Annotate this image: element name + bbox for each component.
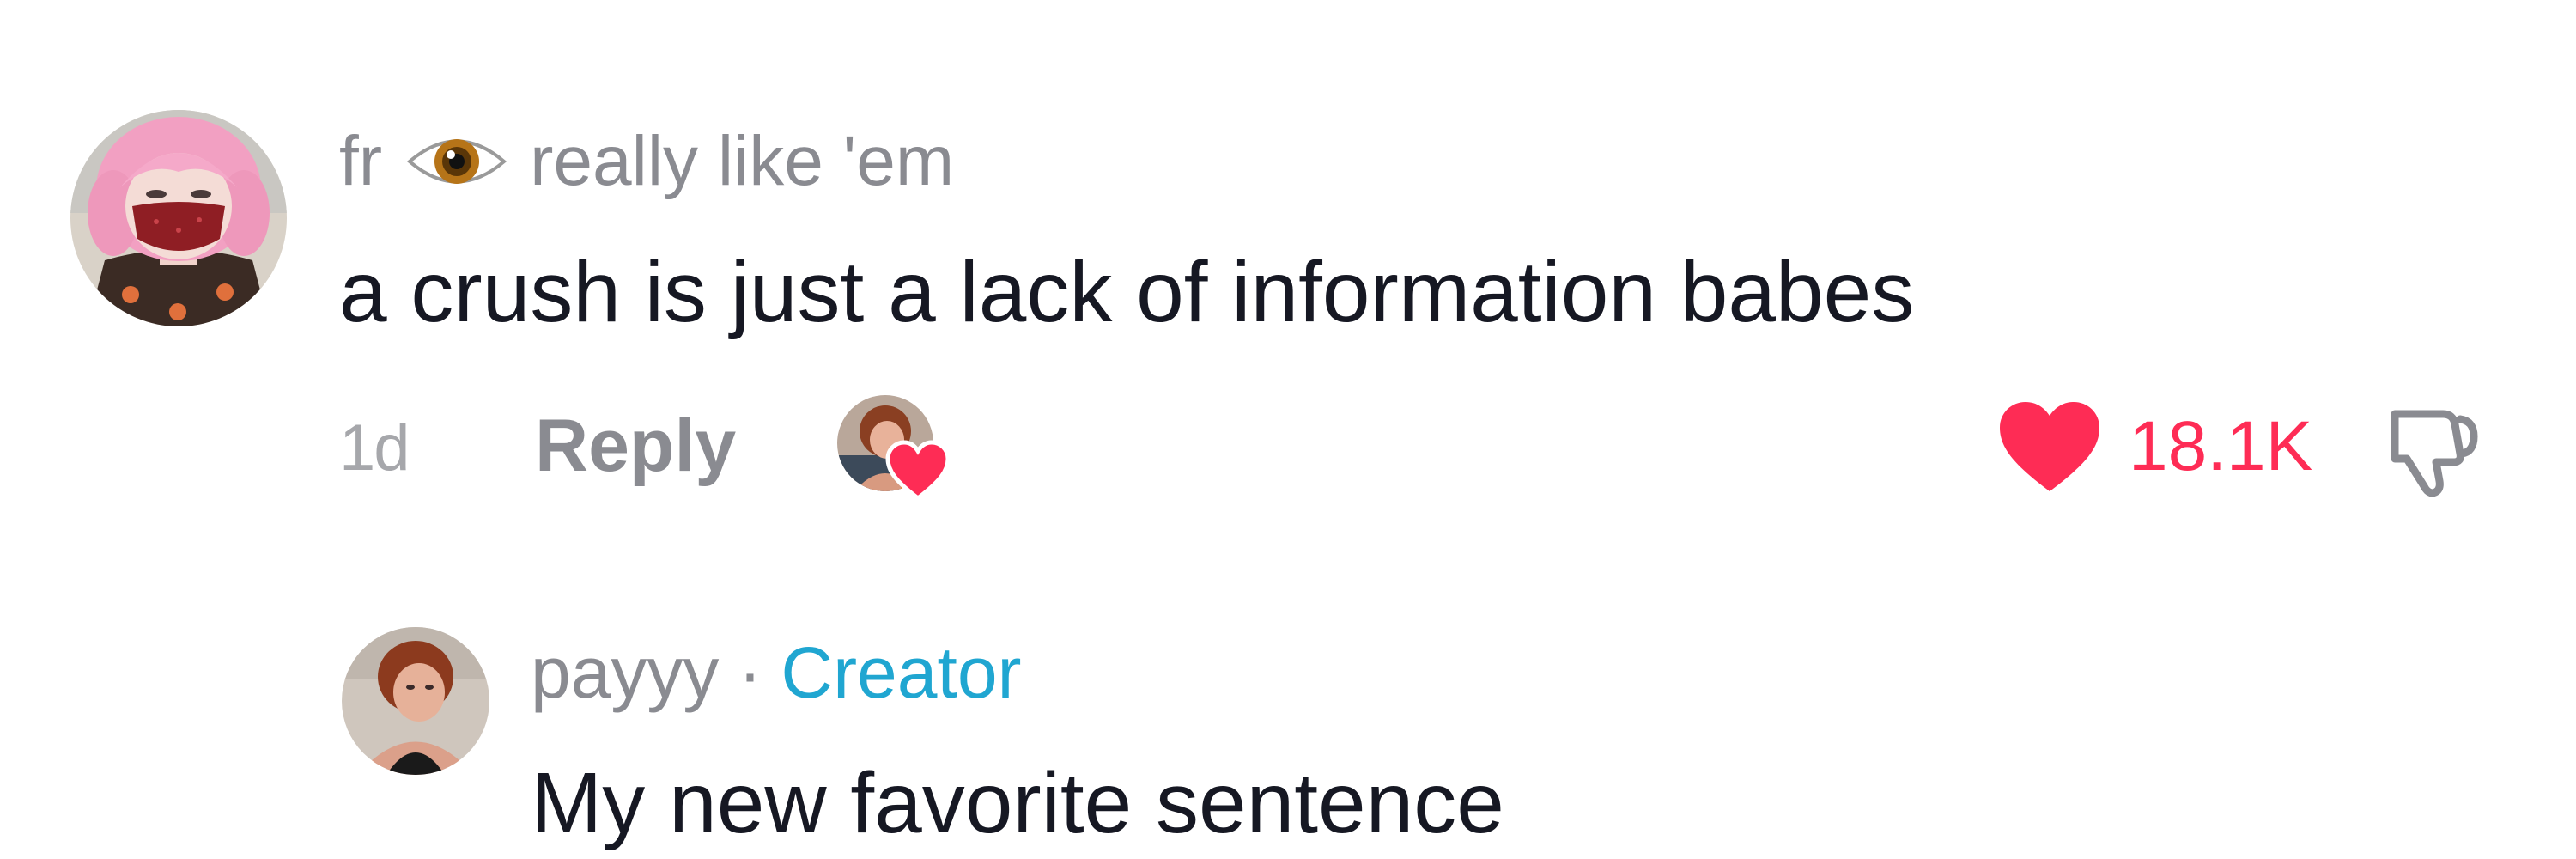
username-part-1: fr: [339, 122, 383, 200]
creator-badge: Creator: [781, 631, 1022, 713]
replier-username-row: payyy · Creator: [531, 625, 1022, 720]
commenter-username[interactable]: fr really like 'em: [339, 110, 954, 213]
heart-icon: [2000, 402, 2099, 491]
comment-timestamp: 1d: [339, 411, 410, 484]
thumbs-down-icon[interactable]: [2383, 402, 2486, 497]
like-count: 18.1K: [2129, 407, 2313, 485]
like-button[interactable]: 18.1K: [1996, 395, 2312, 498]
reply-text: My new favorite sentence: [531, 755, 1504, 851]
replier-avatar[interactable]: [342, 627, 489, 775]
comment-text: a crush is just a lack of information ba…: [339, 244, 1915, 340]
heart-icon: [885, 440, 951, 502]
liked-by-creator-indicator: [837, 395, 957, 503]
eye-emoji-icon: [406, 126, 507, 197]
separator-dot: ·: [738, 631, 762, 713]
comment-actions: 1d Reply 18.1K: [339, 395, 2503, 502]
comment-item: fr really like 'em a crush is just a lac…: [0, 0, 2576, 550]
commenter-avatar[interactable]: [70, 110, 287, 326]
reply-button[interactable]: Reply: [535, 404, 736, 489]
username-part-2: really like 'em: [530, 122, 955, 200]
reply-item: payyy · Creator My new favorite sentence: [0, 618, 2576, 859]
replier-username[interactable]: payyy: [531, 631, 719, 715]
